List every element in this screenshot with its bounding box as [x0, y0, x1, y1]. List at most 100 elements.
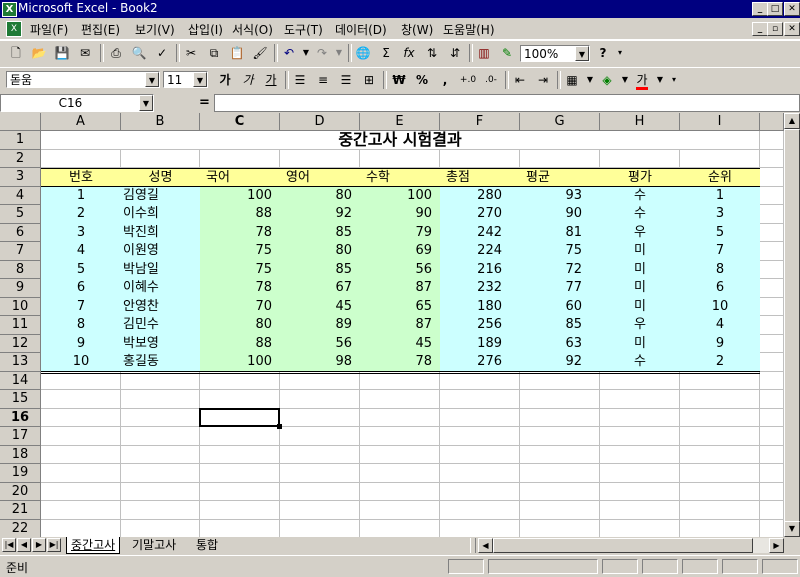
maximize-button[interactable]: □ [767, 2, 783, 16]
tab-combined[interactable]: 통합 [192, 537, 222, 553]
scroll-right-icon[interactable]: ▶ [769, 538, 784, 553]
data-cell[interactable]: 5 [680, 223, 760, 242]
cell[interactable] [760, 316, 784, 335]
data-cell[interactable]: 85 [280, 223, 360, 242]
cell[interactable] [760, 168, 784, 187]
data-cell[interactable]: 6 [41, 279, 121, 298]
data-cell[interactable]: 75 [200, 260, 280, 279]
fill-color-icon[interactable]: ◈ [597, 70, 617, 90]
row-header-17[interactable]: 17 [0, 427, 41, 446]
cell[interactable] [41, 519, 121, 537]
first-sheet-icon[interactable]: |◀ [2, 538, 16, 552]
cell[interactable] [760, 149, 784, 168]
data-cell[interactable]: 이혜수 [121, 279, 200, 298]
data-cell[interactable]: 8 [41, 316, 121, 335]
cell[interactable] [41, 408, 121, 427]
cell[interactable] [760, 223, 784, 242]
cell[interactable] [760, 464, 784, 483]
tab-midterm[interactable]: 중간고사 [66, 537, 121, 554]
cell[interactable] [520, 427, 600, 446]
cell[interactable] [760, 408, 784, 427]
data-cell[interactable]: 224 [440, 242, 520, 261]
cell[interactable] [200, 371, 280, 390]
cell[interactable] [121, 408, 200, 427]
decrease-decimal-icon[interactable]: .0- [481, 70, 501, 90]
cell[interactable] [520, 501, 600, 520]
data-cell[interactable]: 80 [280, 186, 360, 205]
cell[interactable] [440, 390, 520, 409]
autosum-icon[interactable]: Σ [376, 43, 396, 63]
cell[interactable] [760, 371, 784, 390]
cell[interactable] [121, 427, 200, 446]
name-box[interactable]: C16 ▼ [0, 94, 154, 112]
cell[interactable] [360, 427, 440, 446]
hyperlink-icon[interactable]: 🌐 [353, 43, 373, 63]
cell[interactable] [600, 427, 680, 446]
cell[interactable] [280, 371, 360, 390]
cell[interactable] [760, 260, 784, 279]
header-cell[interactable]: 평가 [600, 168, 680, 187]
cell[interactable] [200, 427, 280, 446]
row-header-20[interactable]: 20 [0, 482, 41, 501]
data-cell[interactable]: 88 [200, 205, 280, 224]
row-header-7[interactable]: 7 [0, 242, 41, 261]
data-cell[interactable]: 242 [440, 223, 520, 242]
cell[interactable] [121, 519, 200, 537]
cell[interactable] [440, 427, 520, 446]
cell[interactable] [41, 149, 121, 168]
cell[interactable] [121, 482, 200, 501]
cell[interactable] [280, 519, 360, 537]
data-cell[interactable]: 180 [440, 297, 520, 316]
comma-style-button[interactable]: , [435, 70, 455, 90]
cell[interactable] [760, 131, 784, 150]
minimize-button[interactable]: _ [752, 2, 768, 16]
data-cell[interactable]: 수 [600, 205, 680, 224]
cell[interactable] [680, 427, 760, 446]
header-cell[interactable]: 수학 [360, 168, 440, 187]
data-cell[interactable]: 3 [680, 205, 760, 224]
data-cell[interactable]: 100 [360, 186, 440, 205]
email-icon[interactable]: ✉ [75, 43, 95, 63]
font-size-dropdown-icon[interactable]: ▼ [193, 72, 207, 87]
doc-minimize-button[interactable]: _ [752, 22, 768, 36]
data-cell[interactable]: 63 [520, 334, 600, 353]
column-header-h[interactable]: H [600, 113, 680, 131]
sort-ascending-icon[interactable]: ⇅ [422, 43, 442, 63]
data-cell[interactable]: 45 [360, 334, 440, 353]
name-box-dropdown-icon[interactable]: ▼ [139, 95, 153, 111]
cell[interactable] [360, 390, 440, 409]
header-cell[interactable]: 총점 [440, 168, 520, 187]
data-cell[interactable]: 79 [360, 223, 440, 242]
vertical-scrollbar[interactable]: ▲ ▼ [784, 113, 800, 537]
cell[interactable] [680, 149, 760, 168]
data-cell[interactable]: 85 [520, 316, 600, 335]
print-icon[interactable]: ⎙ [106, 43, 126, 63]
data-cell[interactable]: 93 [520, 186, 600, 205]
data-cell[interactable]: 4 [680, 316, 760, 335]
data-cell[interactable]: 우 [600, 223, 680, 242]
data-cell[interactable]: 78 [200, 223, 280, 242]
data-cell[interactable]: 미 [600, 334, 680, 353]
row-header-10[interactable]: 10 [0, 297, 41, 316]
next-sheet-icon[interactable]: ▶ [32, 538, 46, 552]
cell[interactable] [600, 408, 680, 427]
cell[interactable] [440, 501, 520, 520]
data-cell[interactable]: 6 [680, 279, 760, 298]
cell[interactable] [360, 519, 440, 537]
header-cell[interactable]: 국어 [200, 168, 280, 187]
row-header-3[interactable]: 3 [0, 168, 41, 187]
cell[interactable] [121, 390, 200, 409]
data-cell[interactable]: 9 [41, 334, 121, 353]
formula-input[interactable] [214, 94, 800, 112]
zoom-dropdown-icon[interactable]: ▼ [575, 46, 589, 61]
cell[interactable] [680, 482, 760, 501]
cell[interactable] [680, 464, 760, 483]
font-select[interactable]: 돋움 ▼ [6, 71, 160, 88]
data-cell[interactable]: 87 [360, 279, 440, 298]
data-cell[interactable]: 70 [200, 297, 280, 316]
data-cell[interactable]: 78 [200, 279, 280, 298]
cell[interactable] [520, 408, 600, 427]
column-header-f[interactable]: F [440, 113, 520, 131]
data-cell[interactable]: 75 [520, 242, 600, 261]
data-cell[interactable]: 미 [600, 279, 680, 298]
